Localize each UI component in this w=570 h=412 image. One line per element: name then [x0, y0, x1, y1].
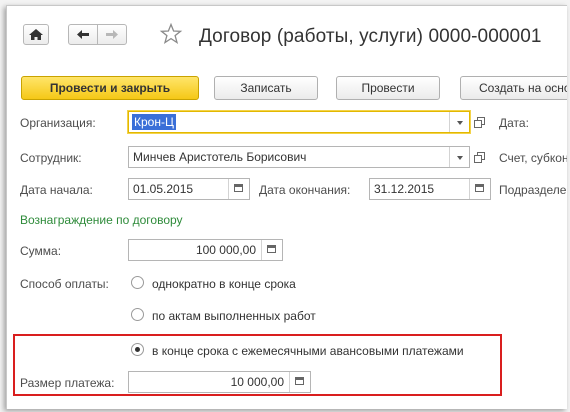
organization-label: Организация:	[20, 116, 96, 130]
arrow-right-icon	[106, 30, 118, 39]
document-window: Договор (работы, услуги) 0000-000001 Про…	[6, 5, 567, 409]
organization-dropdown[interactable]	[449, 112, 469, 132]
back-button[interactable]	[68, 24, 98, 45]
page-title: Договор (работы, услуги) 0000-000001	[199, 26, 542, 47]
home-button[interactable]	[23, 24, 49, 45]
start-date-label: Дата начала:	[20, 183, 93, 197]
payment-method-label: Способ оплаты:	[20, 277, 109, 291]
open-employee-icon[interactable]	[471, 149, 487, 165]
end-date-field[interactable]: 31.12.2015	[369, 178, 491, 200]
chevron-down-icon	[457, 121, 463, 125]
calendar-icon[interactable]	[228, 179, 249, 199]
organization-field[interactable]: Крон-Ц	[128, 111, 470, 133]
date-label: Дата:	[499, 116, 529, 130]
employee-dropdown[interactable]	[449, 147, 469, 167]
start-date-field[interactable]: 01.05.2015	[128, 178, 250, 200]
home-icon	[29, 29, 43, 40]
arrow-left-icon	[77, 30, 89, 39]
star-icon[interactable]	[159, 22, 183, 46]
end-date-value: 31.12.2015	[374, 182, 435, 196]
account-label: Счет, субконто	[499, 151, 567, 165]
payment-once-radio[interactable]	[131, 276, 144, 289]
post-button[interactable]: Провести	[336, 76, 440, 100]
calendar-icon[interactable]	[469, 179, 490, 199]
create-based-on-button[interactable]: Создать на основании	[460, 76, 567, 100]
chevron-down-icon	[457, 156, 463, 160]
amount-label: Сумма:	[20, 244, 62, 258]
payment-once-label[interactable]: однократно в конце срока	[152, 277, 296, 291]
amount-field[interactable]: 100 000,00	[128, 239, 283, 261]
amount-value: 100 000,00	[195, 243, 256, 257]
employee-label: Сотрудник:	[20, 151, 82, 165]
payment-acts-label[interactable]: по актам выполненных работ	[152, 309, 316, 323]
section-title: Вознаграждение по договору	[20, 213, 183, 227]
calculator-icon[interactable]	[261, 240, 282, 260]
start-date-value: 01.05.2015	[133, 182, 194, 196]
post-and-close-button[interactable]: Провести и закрыть	[21, 76, 199, 100]
employee-field[interactable]: Минчев Аристотель Борисович	[128, 146, 470, 168]
open-organization-icon[interactable]	[471, 114, 487, 130]
employee-value: Минчев Аристотель Борисович	[133, 150, 307, 164]
forward-button[interactable]	[97, 24, 127, 45]
payment-acts-radio[interactable]	[131, 308, 144, 321]
division-label: Подразделение	[499, 183, 567, 197]
end-date-label: Дата окончания:	[259, 183, 351, 197]
organization-value: Крон-Ц	[132, 114, 176, 130]
save-button[interactable]: Записать	[214, 76, 318, 100]
highlight-frame	[13, 334, 502, 396]
